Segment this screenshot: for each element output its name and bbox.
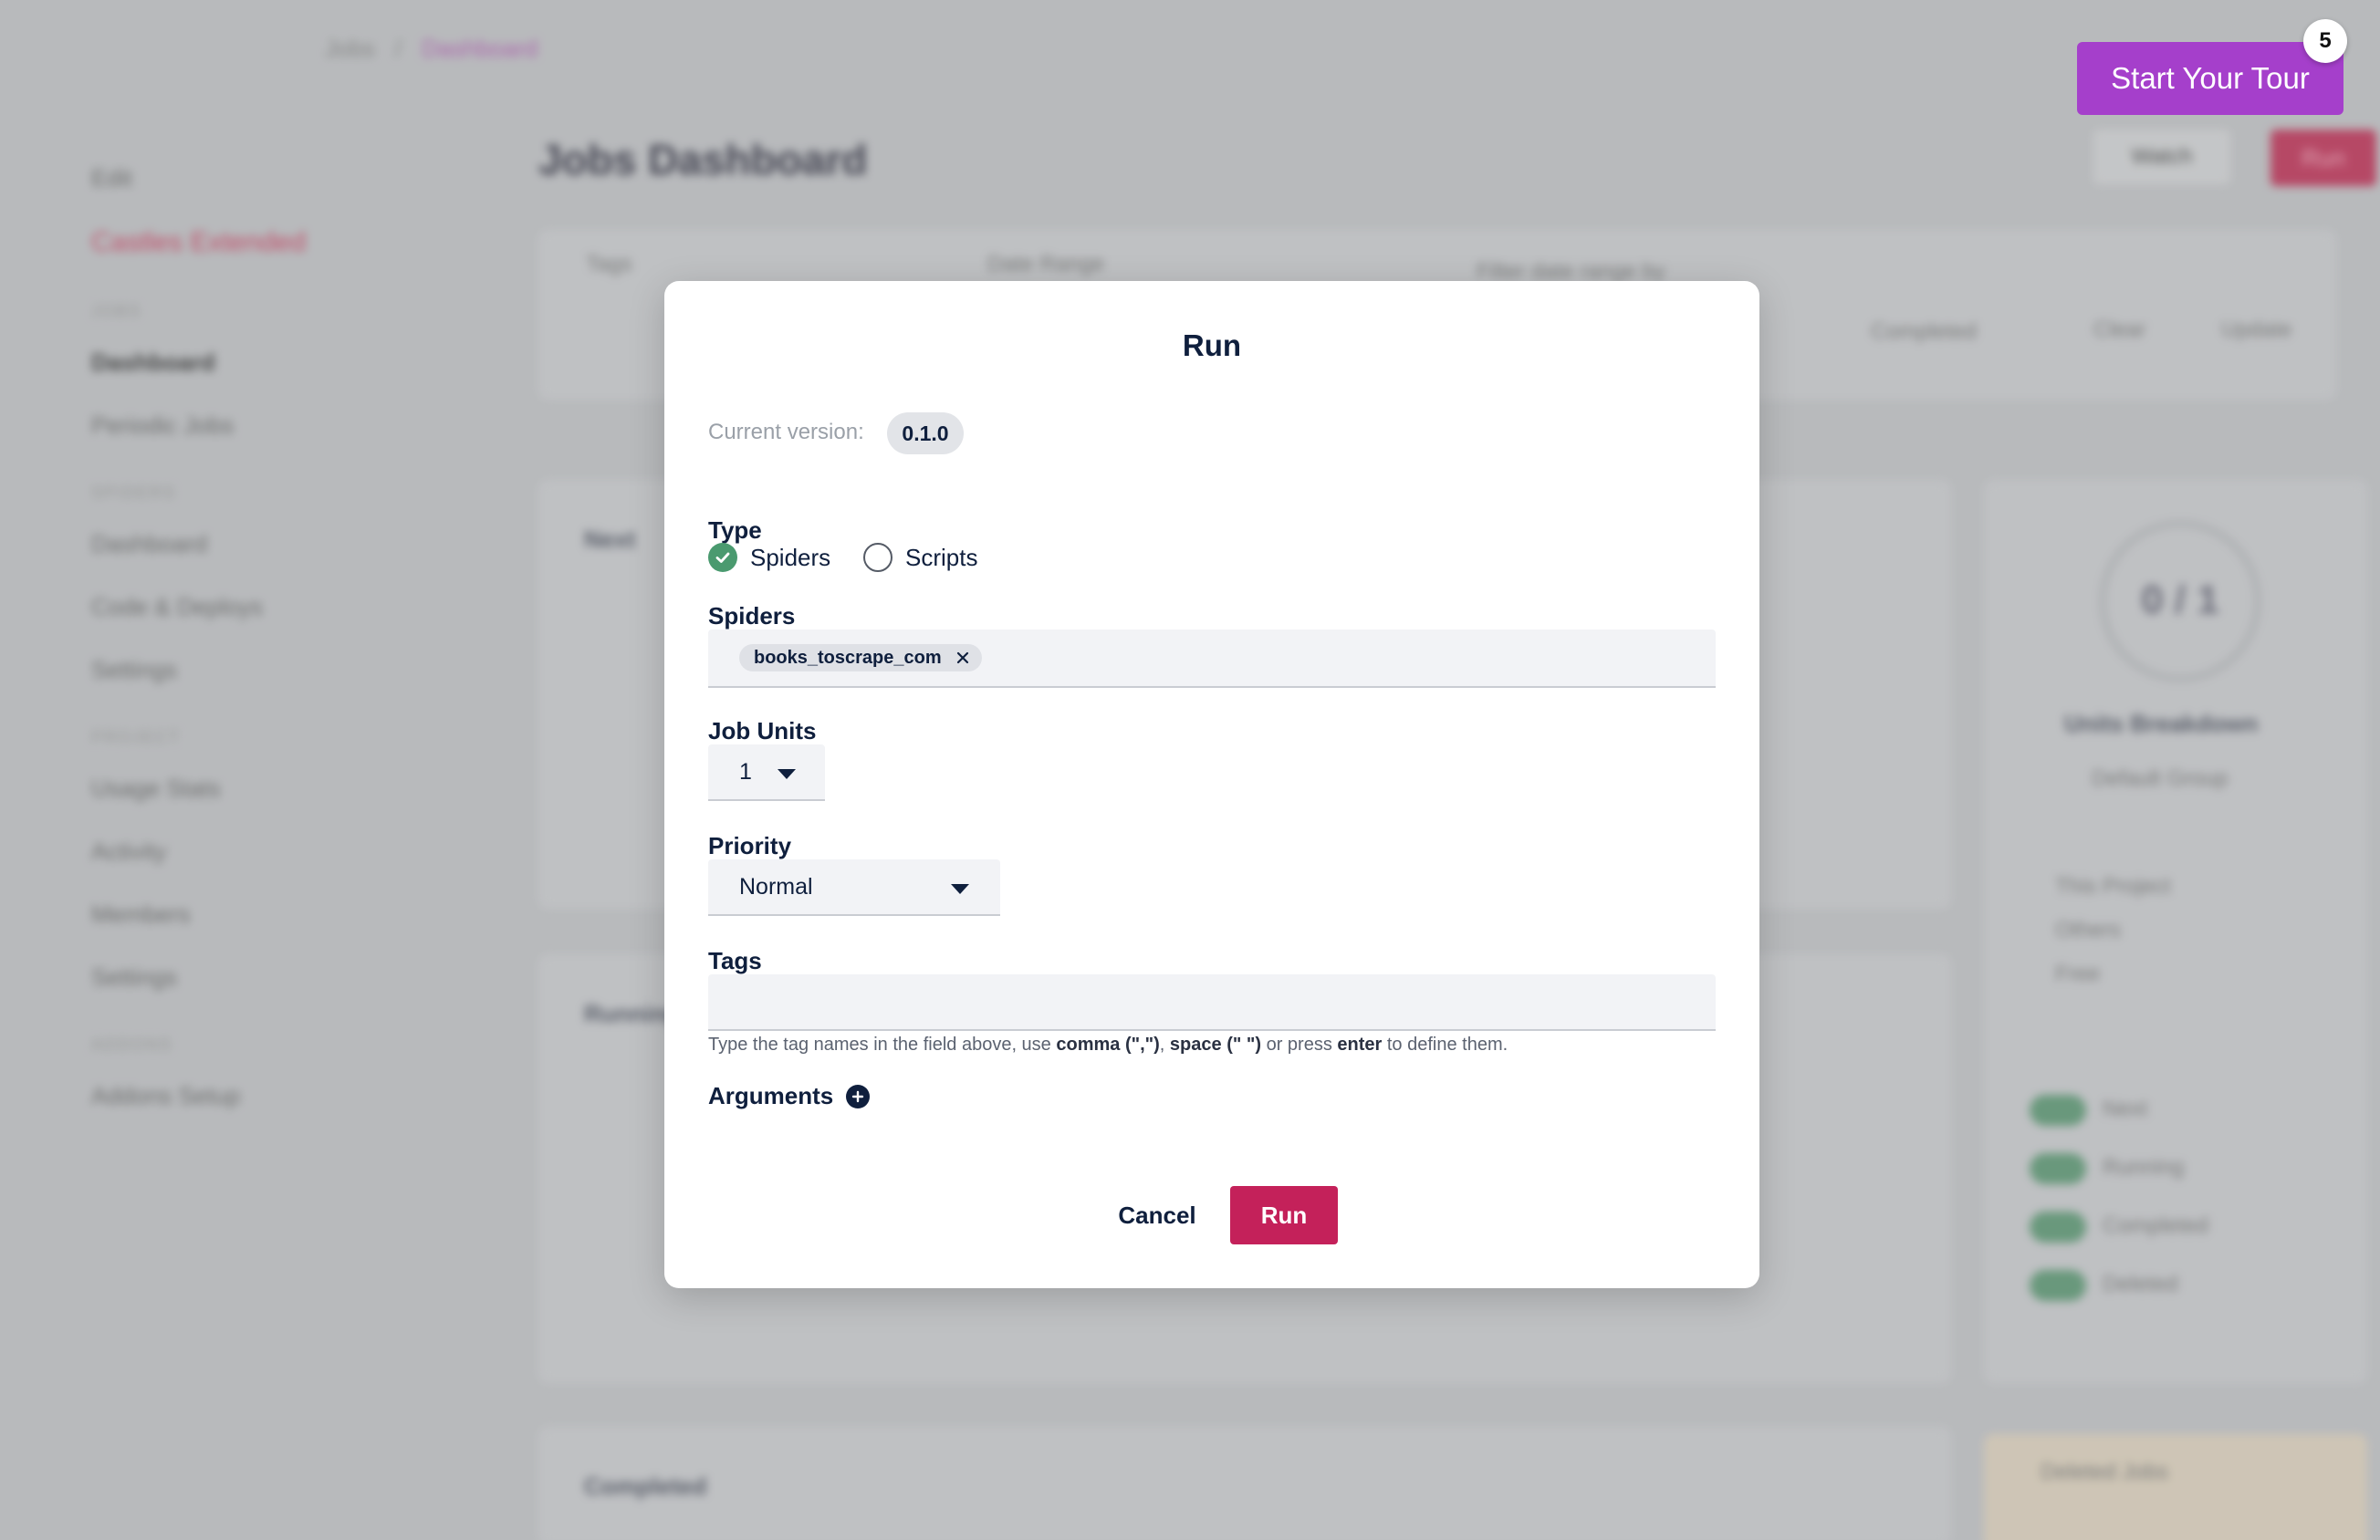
tags-label: Tags	[708, 947, 762, 974]
plus-circle-icon[interactable]	[846, 1084, 871, 1108]
type-label: Type	[708, 516, 762, 544]
priority-value: Normal	[739, 873, 813, 900]
arguments-label: Arguments	[708, 1082, 834, 1109]
tour-step-badge: 5	[2303, 19, 2347, 63]
start-tour-button[interactable]: Start Your Tour	[2077, 42, 2343, 115]
help-enter: enter	[1337, 1035, 1383, 1055]
dialog-title: Run	[1182, 328, 1242, 362]
type-option-spiders-label: Spiders	[750, 543, 831, 571]
current-version-label: Current version:	[708, 420, 864, 444]
job-units-select[interactable]: 1	[708, 744, 825, 801]
radio-unchecked-icon[interactable]	[863, 543, 892, 572]
tags-help-text: Type the tag names in the field above, u…	[708, 1035, 1508, 1056]
type-option-scripts-label: Scripts	[905, 543, 978, 571]
help-comma: comma (",")	[1056, 1035, 1160, 1055]
spiders-label: Spiders	[708, 602, 796, 630]
run-button[interactable]: Run	[1230, 1186, 1338, 1244]
help-text-part: or press	[1261, 1035, 1338, 1055]
run-dialog: Run Current version: 0.1.0 Type Spiders …	[664, 281, 1759, 1288]
caret-down-icon	[951, 884, 969, 894]
priority-select[interactable]: Normal	[708, 859, 1000, 916]
type-option-scripts[interactable]: Scripts	[863, 542, 977, 573]
job-units-label: Job Units	[708, 717, 817, 744]
cancel-button[interactable]: Cancel	[1099, 1186, 1216, 1244]
help-text-part: Type the tag names in the field above, u…	[708, 1035, 1057, 1055]
version-chip: 0.1.0	[887, 412, 964, 454]
spider-chip: books_toscrape_com	[739, 644, 982, 671]
spiders-input[interactable]: books_toscrape_com	[708, 630, 1716, 688]
arguments-row: Arguments	[708, 1082, 871, 1110]
tags-input[interactable]	[708, 974, 1716, 1031]
check-icon[interactable]	[708, 543, 737, 572]
help-text-part: to define them.	[1382, 1035, 1508, 1055]
job-units-value: 1	[739, 758, 752, 785]
close-icon[interactable]	[955, 650, 971, 666]
help-space: space (" ")	[1169, 1035, 1262, 1055]
help-text-part: ,	[1159, 1035, 1170, 1055]
caret-down-icon	[778, 769, 796, 779]
priority-label: Priority	[708, 832, 792, 859]
type-option-spiders[interactable]: Spiders	[708, 542, 830, 573]
spider-chip-label: books_toscrape_com	[754, 647, 942, 668]
